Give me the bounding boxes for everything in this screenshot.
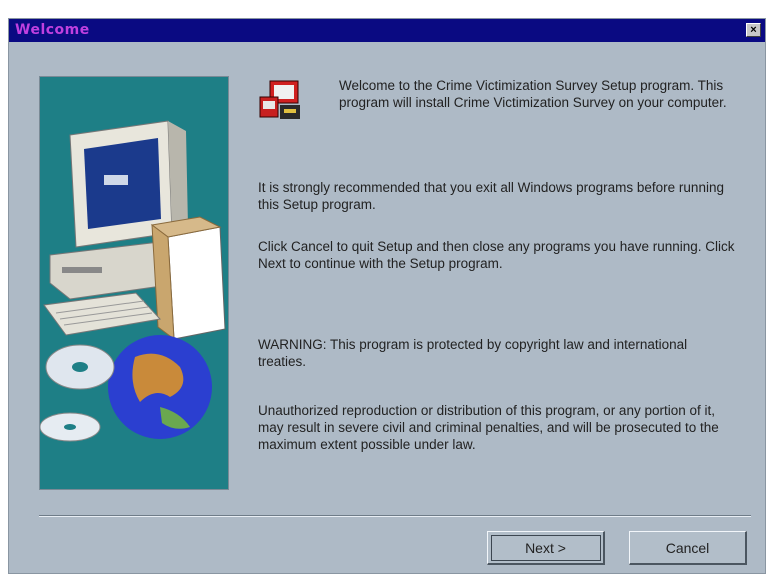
globe-cd-illustration	[40, 335, 212, 442]
setup-banner	[39, 76, 229, 490]
setup-dialog: Welcome × Welcome to the Crime Victimiza…	[8, 18, 766, 574]
instructions-text: Click Cancel to quit Setup and then clos…	[258, 239, 735, 271]
close-icon[interactable]: ×	[746, 23, 761, 37]
next-button[interactable]: Next >	[487, 531, 605, 565]
title-bar[interactable]: Welcome ×	[9, 19, 765, 42]
warning-text: WARNING: This program is protected by co…	[258, 337, 688, 369]
divider-highlight	[39, 516, 751, 517]
cancel-button[interactable]: Cancel	[629, 531, 747, 565]
legal-text: Unauthorized reproduction or distributio…	[258, 403, 719, 452]
recommend-text: It is strongly recommended that you exit…	[258, 180, 724, 212]
intro-text: Welcome to the Crime Victimization Surve…	[339, 78, 727, 110]
window-title: Welcome	[15, 22, 90, 38]
setup-app-icon	[259, 80, 300, 119]
